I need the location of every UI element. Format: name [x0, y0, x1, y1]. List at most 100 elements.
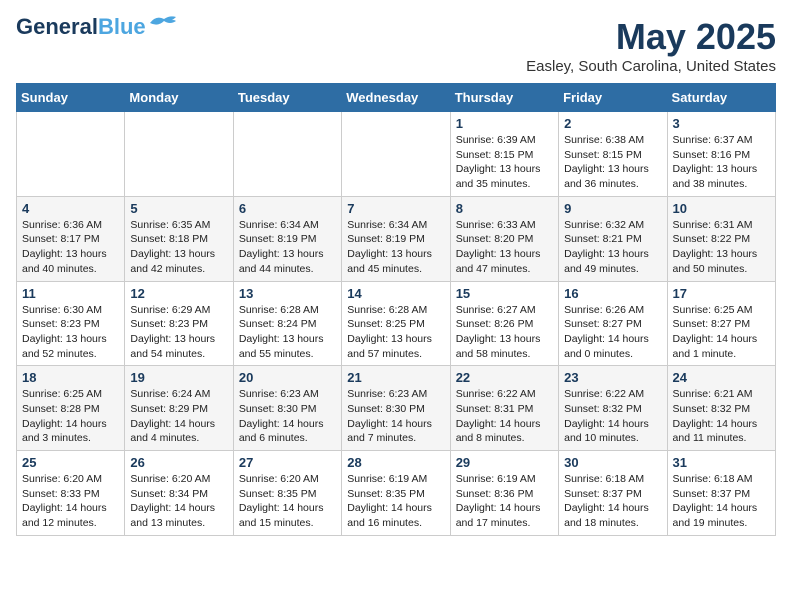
calendar-header-row: SundayMondayTuesdayWednesdayThursdayFrid… [17, 84, 776, 112]
day-number: 31 [673, 455, 770, 470]
day-info: Sunrise: 6:34 AM Sunset: 8:19 PM Dayligh… [239, 218, 336, 277]
header-monday: Monday [125, 84, 233, 112]
day-info: Sunrise: 6:20 AM Sunset: 8:35 PM Dayligh… [239, 472, 336, 531]
calendar-table: SundayMondayTuesdayWednesdayThursdayFrid… [16, 83, 776, 536]
day-info: Sunrise: 6:34 AM Sunset: 8:19 PM Dayligh… [347, 218, 444, 277]
calendar-cell: 10 Sunrise: 6:31 AM Sunset: 8:22 PM Dayli… [667, 196, 775, 281]
calendar-cell: 16 Sunrise: 6:26 AM Sunset: 8:27 PM Dayli… [559, 281, 667, 366]
day-number: 23 [564, 370, 661, 385]
logo: GeneralBlue [16, 16, 178, 38]
day-info: Sunrise: 6:28 AM Sunset: 8:24 PM Dayligh… [239, 303, 336, 362]
day-info: Sunrise: 6:24 AM Sunset: 8:29 PM Dayligh… [130, 387, 227, 446]
calendar-cell: 26 Sunrise: 6:20 AM Sunset: 8:34 PM Dayli… [125, 451, 233, 536]
day-number: 16 [564, 286, 661, 301]
day-number: 7 [347, 201, 444, 216]
day-number: 25 [22, 455, 119, 470]
day-number: 27 [239, 455, 336, 470]
calendar-cell [233, 112, 341, 197]
day-number: 22 [456, 370, 553, 385]
header-thursday: Thursday [450, 84, 558, 112]
title-block: May 2025 Easley, South Carolina, United … [526, 16, 776, 75]
day-info: Sunrise: 6:30 AM Sunset: 8:23 PM Dayligh… [22, 303, 119, 362]
calendar-week-row: 1 Sunrise: 6:39 AM Sunset: 8:15 PM Daylig… [17, 112, 776, 197]
day-info: Sunrise: 6:23 AM Sunset: 8:30 PM Dayligh… [239, 387, 336, 446]
day-number: 18 [22, 370, 119, 385]
day-info: Sunrise: 6:26 AM Sunset: 8:27 PM Dayligh… [564, 303, 661, 362]
location: Easley, South Carolina, United States [526, 58, 776, 75]
day-info: Sunrise: 6:38 AM Sunset: 8:15 PM Dayligh… [564, 133, 661, 192]
day-number: 2 [564, 116, 661, 131]
day-number: 1 [456, 116, 553, 131]
calendar-week-row: 11 Sunrise: 6:30 AM Sunset: 8:23 PM Dayli… [17, 281, 776, 366]
day-number: 11 [22, 286, 119, 301]
day-number: 13 [239, 286, 336, 301]
page-header: GeneralBlue May 2025 Easley, South Carol… [16, 16, 776, 75]
calendar-cell: 6Sunrise: 6:34 AM Sunset: 8:19 PM Daylig… [233, 196, 341, 281]
day-number: 24 [673, 370, 770, 385]
day-info: Sunrise: 6:19 AM Sunset: 8:35 PM Dayligh… [347, 472, 444, 531]
day-info: Sunrise: 6:20 AM Sunset: 8:34 PM Dayligh… [130, 472, 227, 531]
calendar-cell: 20 Sunrise: 6:23 AM Sunset: 8:30 PM Dayli… [233, 366, 341, 451]
day-number: 26 [130, 455, 227, 470]
calendar-cell: 27 Sunrise: 6:20 AM Sunset: 8:35 PM Dayli… [233, 451, 341, 536]
calendar-cell: 14 Sunrise: 6:28 AM Sunset: 8:25 PM Dayli… [342, 281, 450, 366]
day-number: 14 [347, 286, 444, 301]
month-title: May 2025 [526, 16, 776, 58]
day-info: Sunrise: 6:22 AM Sunset: 8:31 PM Dayligh… [456, 387, 553, 446]
calendar-cell: 22 Sunrise: 6:22 AM Sunset: 8:31 PM Dayli… [450, 366, 558, 451]
day-number: 10 [673, 201, 770, 216]
calendar-cell [342, 112, 450, 197]
day-number: 30 [564, 455, 661, 470]
calendar-cell: 31 Sunrise: 6:18 AM Sunset: 8:37 PM Dayli… [667, 451, 775, 536]
day-info: Sunrise: 6:18 AM Sunset: 8:37 PM Dayligh… [673, 472, 770, 531]
calendar-cell: 18 Sunrise: 6:25 AM Sunset: 8:28 PM Dayli… [17, 366, 125, 451]
header-sunday: Sunday [17, 84, 125, 112]
calendar-week-row: 18 Sunrise: 6:25 AM Sunset: 8:28 PM Dayli… [17, 366, 776, 451]
calendar-cell: 30 Sunrise: 6:18 AM Sunset: 8:37 PM Dayli… [559, 451, 667, 536]
calendar-cell: 2 Sunrise: 6:38 AM Sunset: 8:15 PM Daylig… [559, 112, 667, 197]
day-info: Sunrise: 6:18 AM Sunset: 8:37 PM Dayligh… [564, 472, 661, 531]
calendar-cell: 13 Sunrise: 6:28 AM Sunset: 8:24 PM Dayli… [233, 281, 341, 366]
calendar-cell: 9Sunrise: 6:32 AM Sunset: 8:21 PM Daylig… [559, 196, 667, 281]
day-number: 12 [130, 286, 227, 301]
day-info: Sunrise: 6:35 AM Sunset: 8:18 PM Dayligh… [130, 218, 227, 277]
day-info: Sunrise: 6:31 AM Sunset: 8:22 PM Dayligh… [673, 218, 770, 277]
logo-bird-icon [148, 13, 178, 33]
calendar-cell: 15 Sunrise: 6:27 AM Sunset: 8:26 PM Dayli… [450, 281, 558, 366]
day-info: Sunrise: 6:21 AM Sunset: 8:32 PM Dayligh… [673, 387, 770, 446]
day-info: Sunrise: 6:27 AM Sunset: 8:26 PM Dayligh… [456, 303, 553, 362]
header-tuesday: Tuesday [233, 84, 341, 112]
calendar-cell: 29 Sunrise: 6:19 AM Sunset: 8:36 PM Dayli… [450, 451, 558, 536]
day-info: Sunrise: 6:32 AM Sunset: 8:21 PM Dayligh… [564, 218, 661, 277]
calendar-cell: 11 Sunrise: 6:30 AM Sunset: 8:23 PM Dayli… [17, 281, 125, 366]
calendar-cell: 28Sunrise: 6:19 AM Sunset: 8:35 PM Dayli… [342, 451, 450, 536]
calendar-cell: 3 Sunrise: 6:37 AM Sunset: 8:16 PM Daylig… [667, 112, 775, 197]
header-saturday: Saturday [667, 84, 775, 112]
day-number: 5 [130, 201, 227, 216]
day-number: 20 [239, 370, 336, 385]
day-number: 29 [456, 455, 553, 470]
calendar-week-row: 25Sunrise: 6:20 AM Sunset: 8:33 PM Dayli… [17, 451, 776, 536]
day-info: Sunrise: 6:22 AM Sunset: 8:32 PM Dayligh… [564, 387, 661, 446]
day-info: Sunrise: 6:25 AM Sunset: 8:27 PM Dayligh… [673, 303, 770, 362]
day-number: 3 [673, 116, 770, 131]
day-number: 21 [347, 370, 444, 385]
calendar-cell: 24 Sunrise: 6:21 AM Sunset: 8:32 PM Dayli… [667, 366, 775, 451]
day-number: 17 [673, 286, 770, 301]
calendar-cell: 4Sunrise: 6:36 AM Sunset: 8:17 PM Daylig… [17, 196, 125, 281]
day-number: 8 [456, 201, 553, 216]
day-info: Sunrise: 6:39 AM Sunset: 8:15 PM Dayligh… [456, 133, 553, 192]
day-info: Sunrise: 6:33 AM Sunset: 8:20 PM Dayligh… [456, 218, 553, 277]
day-info: Sunrise: 6:36 AM Sunset: 8:17 PM Dayligh… [22, 218, 119, 277]
day-info: Sunrise: 6:28 AM Sunset: 8:25 PM Dayligh… [347, 303, 444, 362]
calendar-cell: 12 Sunrise: 6:29 AM Sunset: 8:23 PM Dayli… [125, 281, 233, 366]
header-wednesday: Wednesday [342, 84, 450, 112]
calendar-cell [17, 112, 125, 197]
day-info: Sunrise: 6:19 AM Sunset: 8:36 PM Dayligh… [456, 472, 553, 531]
day-number: 15 [456, 286, 553, 301]
calendar-cell: 8 Sunrise: 6:33 AM Sunset: 8:20 PM Daylig… [450, 196, 558, 281]
calendar-cell: 7 Sunrise: 6:34 AM Sunset: 8:19 PM Daylig… [342, 196, 450, 281]
day-info: Sunrise: 6:25 AM Sunset: 8:28 PM Dayligh… [22, 387, 119, 446]
day-info: Sunrise: 6:29 AM Sunset: 8:23 PM Dayligh… [130, 303, 227, 362]
day-info: Sunrise: 6:37 AM Sunset: 8:16 PM Dayligh… [673, 133, 770, 192]
